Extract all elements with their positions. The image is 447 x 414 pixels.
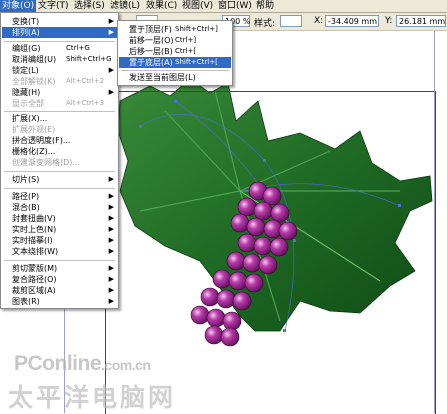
- submenu-item-send-to-current-layer[interactable]: 发送至当前图层(L): [119, 72, 231, 83]
- menu-separator: [4, 188, 115, 189]
- menu-item-path[interactable]: 路径(P) ▶: [2, 191, 117, 202]
- menu-item-live-trace[interactable]: 实时描摹(I) ▶: [2, 235, 117, 246]
- menu-item-transform[interactable]: 变换(T) ▶: [2, 16, 117, 27]
- menu-item-compound-path[interactable]: 复合路径(O) ▶: [2, 274, 117, 285]
- menu-separator: [121, 70, 229, 71]
- menu-item-hide[interactable]: 隐藏(H) ▶: [2, 87, 117, 98]
- submenu-arrow-icon: ▶: [108, 203, 114, 211]
- submenu-item-send-backward[interactable]: 后移一层(B) Ctrl+[: [119, 46, 231, 57]
- menu-item-expand-appearance: 扩展外观(E): [12, 125, 56, 134]
- pconline-watermark: PConline.com.cn 太平洋电脑网: [8, 352, 208, 412]
- submenu-arrow-icon: ▶: [108, 66, 114, 74]
- submenu-arrow-icon: ▶: [108, 88, 114, 96]
- menu-help[interactable]: 帮助: [254, 0, 276, 12]
- submenu-arrow-icon: ▶: [108, 236, 114, 244]
- menu-view[interactable]: 视图(V): [180, 0, 215, 12]
- menu-item-live-paint[interactable]: 实时上色(N) ▶: [2, 224, 117, 235]
- menu-separator: [4, 260, 115, 261]
- menu-item-rasterize[interactable]: 栅格化(Z)...: [2, 146, 117, 157]
- submenu-arrow-icon: ▶: [108, 17, 114, 25]
- menu-item-expand[interactable]: 扩展(X)...: [2, 113, 117, 124]
- style-swatch[interactable]: [280, 15, 302, 27]
- menu-item-lock[interactable]: 锁定(L) ▶: [2, 65, 117, 76]
- menu-select[interactable]: 选择(S): [72, 0, 107, 12]
- submenu-arrow-icon: ▶: [108, 214, 114, 222]
- x-coordinate-field[interactable]: -34.409 mm: [325, 15, 379, 27]
- menu-item-flatten-transparency[interactable]: 拼合透明度(F)...: [2, 135, 117, 146]
- menu-item-envelope-distort[interactable]: 封套扭曲(V) ▶: [2, 213, 117, 224]
- y-coordinate-field[interactable]: 26.181 mm: [396, 15, 446, 27]
- submenu-arrow-icon: ▶: [108, 225, 114, 233]
- submenu-item-bring-to-front[interactable]: 置于顶层(F) Shift+Ctrl+]: [119, 24, 231, 35]
- watermark-chinese: 太平洋电脑网: [8, 383, 177, 412]
- menu-item-clipping-mask[interactable]: 剪切蒙版(M) ▶: [2, 263, 117, 274]
- menu-separator: [4, 41, 115, 42]
- menu-separator: [4, 111, 115, 112]
- menu-item-unlock-all: 全部解锁(K) Alt+Ctrl+2: [12, 77, 105, 86]
- submenu-arrow-icon: ▶: [108, 275, 114, 283]
- menu-item-group[interactable]: 编组(G) Ctrl+G: [2, 43, 117, 54]
- submenu-arrow-icon: ▶: [108, 297, 114, 305]
- menu-effect[interactable]: 效果(C): [144, 0, 179, 12]
- menu-item-arrange[interactable]: 排列(A) ▶: [2, 27, 117, 38]
- menu-item-slice[interactable]: 切片(S) ▶: [2, 174, 117, 185]
- arrange-submenu: 置于顶层(F) Shift+Ctrl+] 前移一层(O) Ctrl+] 后移一层(B…: [117, 20, 233, 86]
- submenu-arrow-icon: ▶: [108, 264, 114, 272]
- menu-item-blend[interactable]: 混合(B) ▶: [2, 202, 117, 213]
- menu-window[interactable]: 窗口(W): [216, 0, 254, 12]
- menu-item-show-all: 显示全部 Alt+Ctrl+3: [12, 99, 105, 108]
- menu-item-ungroup[interactable]: 取消编组(U) Shift+Ctrl+G: [2, 54, 117, 65]
- y-label: Y:: [385, 16, 393, 26]
- menu-item-text-wrap[interactable]: 文本绕排(W) ▶: [2, 246, 117, 257]
- menu-filter[interactable]: 滤镜(L): [108, 0, 142, 12]
- submenu-arrow-icon: ▶: [108, 175, 114, 183]
- submenu-arrow-icon: ▶: [108, 28, 114, 36]
- page-edge-right: [434, 31, 435, 413]
- object-dropdown-menu: 变换(T) ▶ 排列(A) ▶ 编组(G) Ctrl+G 取消编组(U) Shift+C…: [0, 12, 119, 309]
- menu-separator: [4, 171, 115, 172]
- submenu-item-bring-forward[interactable]: 前移一层(O) Ctrl+]: [119, 35, 231, 46]
- style-label: 样式:: [254, 19, 276, 29]
- submenu-arrow-icon: ▶: [108, 192, 114, 200]
- watermark-brand: PConline: [14, 352, 102, 375]
- watermark-domain: .com.cn: [101, 357, 151, 373]
- submenu-item-send-to-back[interactable]: 置于底层(A) Shift+Ctrl+[: [119, 57, 231, 68]
- submenu-arrow-icon: ▶: [108, 247, 114, 255]
- menu-item-create-gradient-mesh: 创建渐变网格(D)...: [12, 158, 81, 167]
- menu-item-graph[interactable]: 图表(R) ▶: [2, 296, 117, 307]
- menu-object[interactable]: 对象(O): [0, 0, 37, 12]
- x-label: X:: [314, 16, 324, 26]
- menu-item-crop-area[interactable]: 裁剪区域(A) ▶: [2, 285, 117, 296]
- submenu-arrow-icon: ▶: [108, 286, 114, 294]
- menu-type[interactable]: 文字(T): [36, 0, 71, 12]
